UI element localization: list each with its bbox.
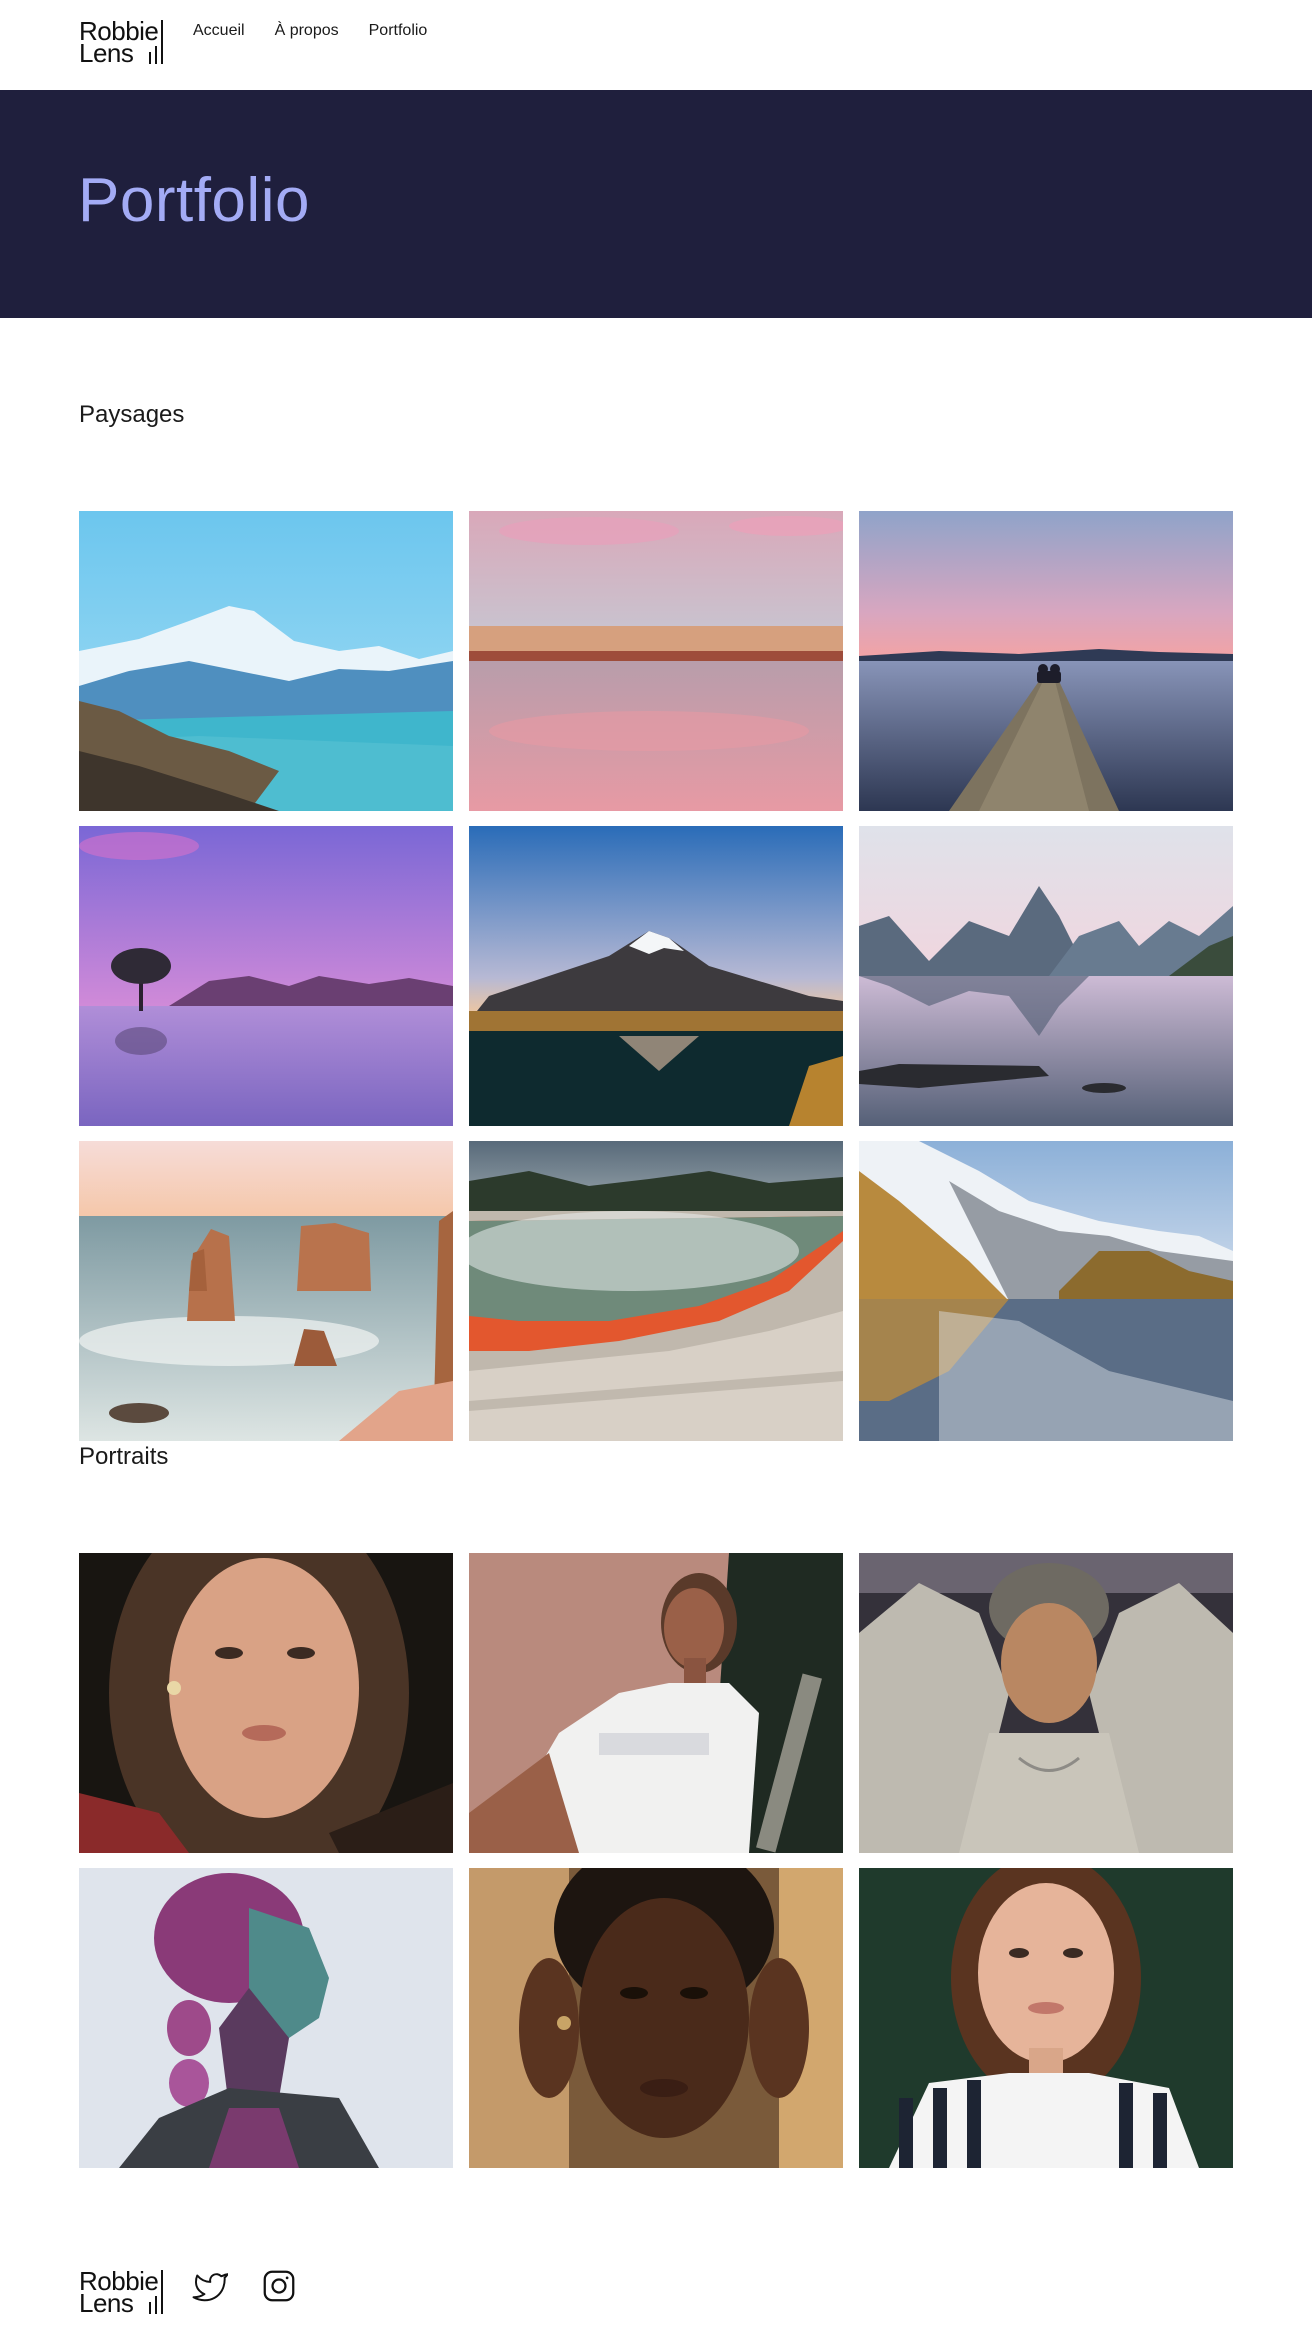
woman-braids-portrait-photo[interactable] bbox=[469, 1868, 843, 2168]
couple-on-jetty-sunset-photo[interactable] bbox=[859, 511, 1233, 811]
fjord-peaks-reflection-photo[interactable] bbox=[859, 826, 1233, 1126]
section-title-landscapes: Paysages bbox=[79, 401, 185, 428]
logo-bar bbox=[161, 2270, 163, 2314]
portraits-gallery bbox=[79, 1553, 1233, 2168]
footer-brand-line-2: Lens bbox=[79, 2288, 134, 2318]
instagram-icon[interactable] bbox=[261, 2268, 297, 2304]
page-title: Portfolio bbox=[78, 166, 310, 235]
site-header: Robbie Lens Accueil À propos Portfolio bbox=[0, 0, 1312, 90]
logo-bar bbox=[155, 2296, 157, 2314]
nav-item-a-propos[interactable]: À propos bbox=[275, 20, 339, 42]
geothermal-pool-steam-photo[interactable] bbox=[469, 1141, 843, 1441]
logo-bar bbox=[155, 46, 157, 64]
footer-brand-logo[interactable]: Robbie Lens bbox=[79, 2268, 169, 2316]
landscapes-gallery bbox=[79, 511, 1233, 1441]
mountain-turquoise-lake-photo[interactable] bbox=[79, 511, 453, 811]
man-beanie-portrait-photo[interactable] bbox=[859, 1553, 1233, 1853]
sea-stacks-coast-photo[interactable] bbox=[79, 1141, 453, 1441]
logo-bar bbox=[161, 20, 163, 64]
section-title-portraits: Portraits bbox=[79, 1443, 169, 1470]
lone-tree-purple-lake-photo[interactable] bbox=[79, 826, 453, 1126]
hero-banner: Portfolio bbox=[0, 90, 1312, 318]
brand-logo[interactable]: Robbie Lens bbox=[79, 18, 169, 66]
twitter-icon[interactable] bbox=[192, 2268, 228, 2304]
nav-item-portfolio[interactable]: Portfolio bbox=[369, 20, 428, 42]
nav-item-accueil[interactable]: Accueil bbox=[193, 20, 245, 42]
snowy-mountain-reflection-photo[interactable] bbox=[859, 1141, 1233, 1441]
logo-bar bbox=[149, 2302, 151, 2314]
woman-white-tshirt-portrait-photo[interactable] bbox=[469, 1553, 843, 1853]
snow-volcano-reflection-photo[interactable] bbox=[469, 826, 843, 1126]
logo-bar bbox=[149, 52, 151, 64]
brand-line-2: Lens bbox=[79, 38, 134, 68]
main-nav: Accueil À propos Portfolio bbox=[193, 20, 427, 42]
woman-striped-shirt-portrait-photo[interactable] bbox=[859, 1868, 1233, 2168]
woman-purple-hair-profile-photo[interactable] bbox=[79, 1868, 453, 2168]
woman-dark-hair-portrait-photo[interactable] bbox=[79, 1553, 453, 1853]
pink-sky-beach-reflection-photo[interactable] bbox=[469, 511, 843, 811]
